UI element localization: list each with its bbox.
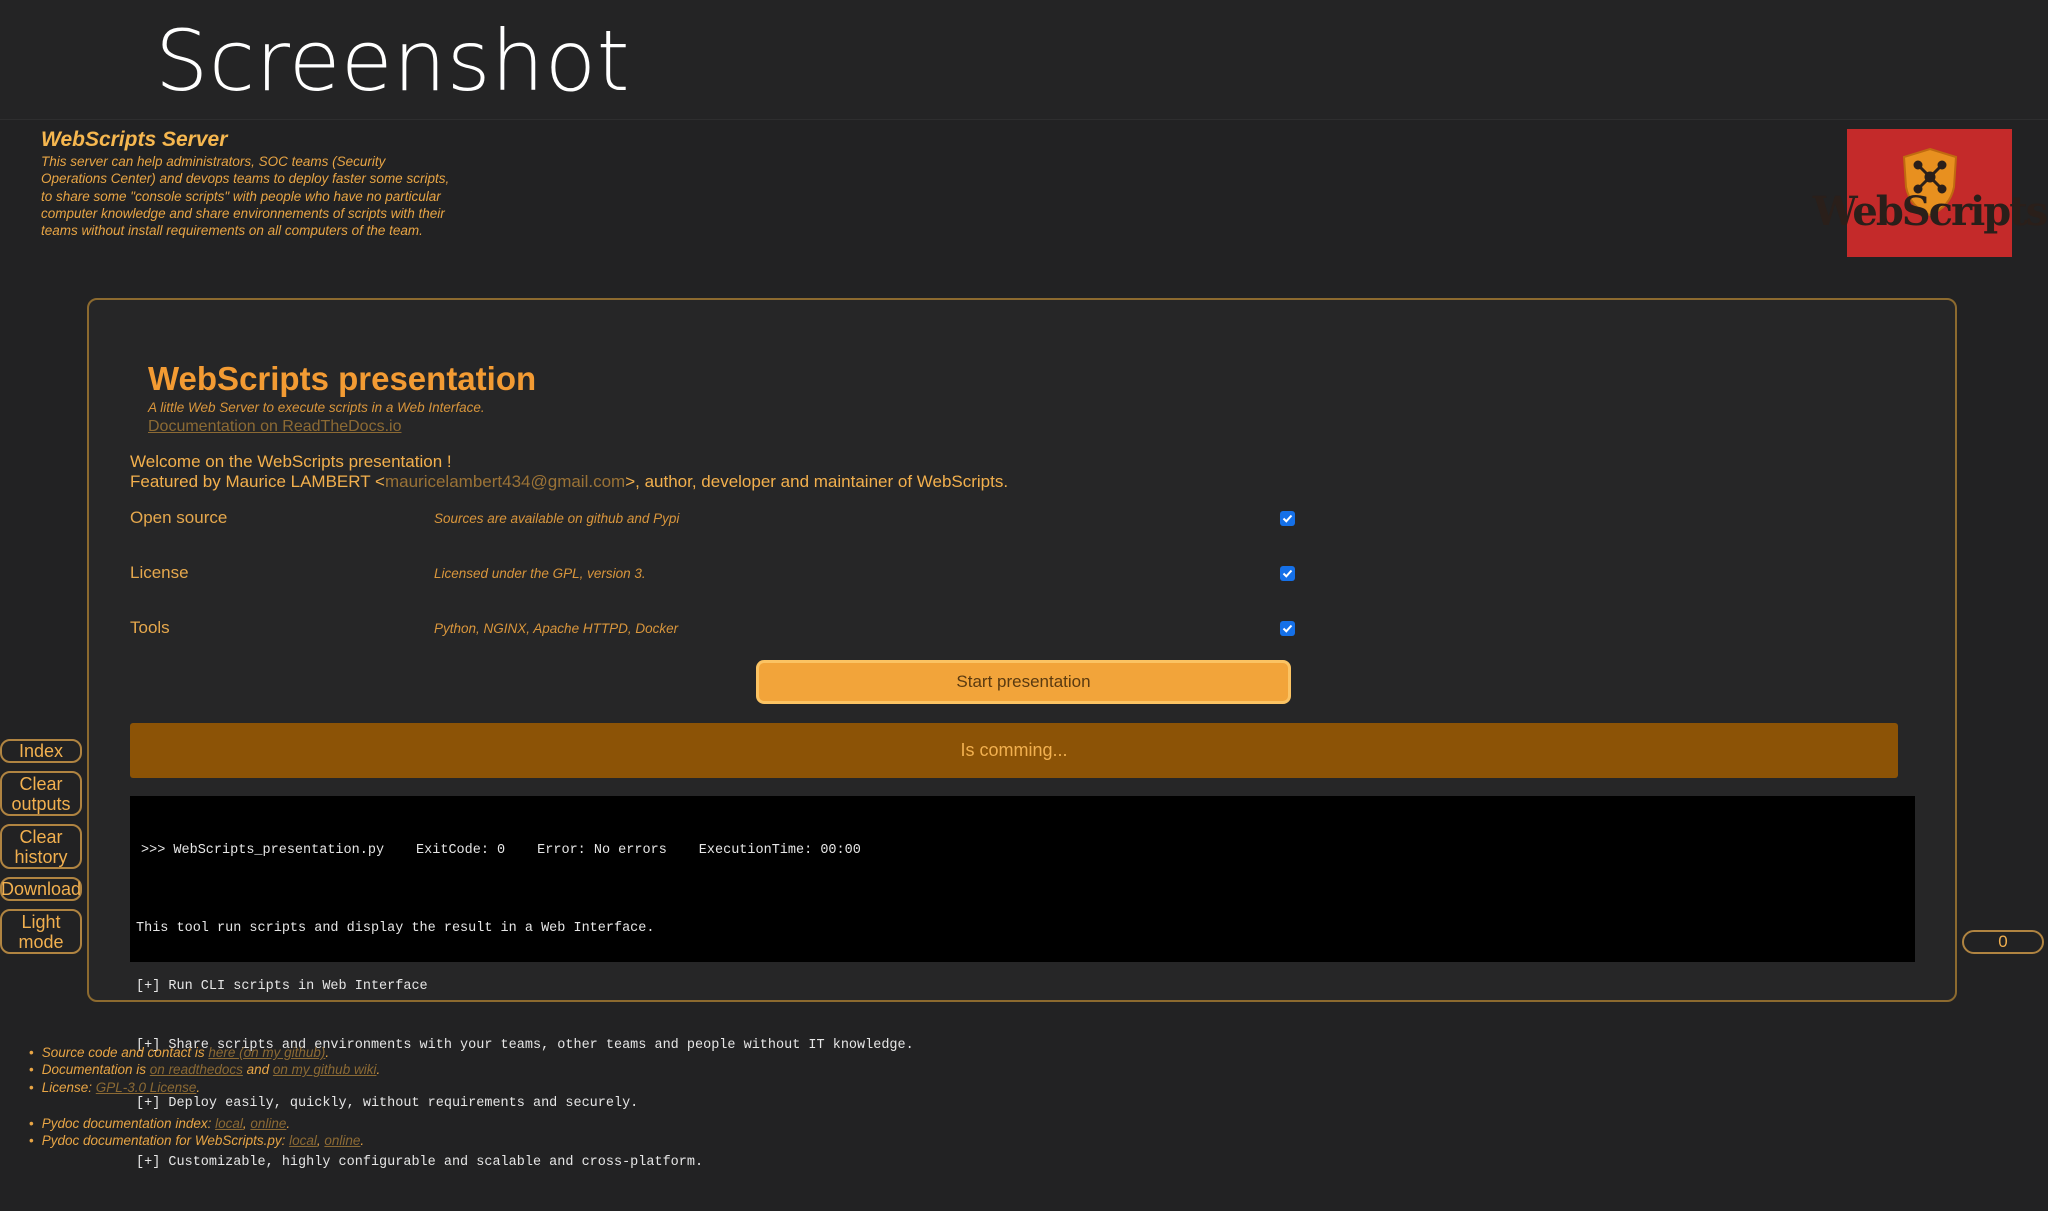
footer-doc-item: Documentation is on readthedocs and on m… (29, 1061, 380, 1078)
checkmark-icon (1282, 514, 1293, 523)
welcome-line-2: Featured by Maurice LAMBERT <mauricelamb… (130, 472, 1008, 492)
slide-title-bar: Screenshot (0, 0, 2048, 120)
console-output[interactable]: >>> WebScripts_presentation.py ExitCode: … (130, 796, 1915, 1170)
documentation-link[interactable]: Documentation on ReadTheDocs.io (148, 418, 401, 436)
license-checkbox[interactable] (1280, 566, 1295, 581)
argument-label: Open source (130, 508, 228, 527)
console-prompt: >>> WebScripts_presentation.py (141, 843, 385, 858)
argument-label: License (130, 563, 189, 582)
checkmark-icon (1282, 624, 1293, 633)
argument-label: Tools (130, 618, 170, 637)
download-button[interactable]: Download (0, 877, 82, 901)
open-source-checkbox[interactable] (1280, 511, 1295, 526)
welcome-text: Welcome on the WebScripts presentation !… (130, 452, 1008, 492)
webscripts-logo[interactable]: WebScripts (1813, 129, 2048, 257)
argument-description: Licensed under the GPL, version 3. (434, 566, 646, 581)
tools-checkbox[interactable] (1280, 621, 1295, 636)
slide-title: Screenshot (155, 12, 631, 110)
start-presentation-button[interactable]: Start presentation (756, 660, 1291, 704)
welcome-line-1: Welcome on the WebScripts presentation ! (130, 452, 452, 471)
pydoc-index-online-link[interactable]: online (250, 1116, 286, 1131)
notification-counter[interactable]: 0 (1962, 930, 2044, 954)
clear-history-button[interactable]: Clear history (0, 824, 82, 869)
index-button[interactable]: Index (0, 739, 82, 763)
console-line: [+] Share scripts and environments with … (136, 1037, 914, 1053)
pydoc-webscripts-local-link[interactable]: local (289, 1133, 317, 1148)
footer-pydoc-webscripts-item: Pydoc documentation for WebScripts.py: l… (29, 1132, 380, 1149)
pydoc-index-local-link[interactable]: local (215, 1116, 243, 1131)
github-link[interactable]: here (on my github) (208, 1045, 325, 1060)
footer-source-item: Source code and contact is here (on my g… (29, 1044, 380, 1061)
argument-description: Sources are available on github and Pypi (434, 511, 680, 526)
console-execution-time: ExecutionTime: 00:00 (698, 843, 861, 858)
console-exit-code: ExitCode: 0 (416, 843, 506, 858)
welcome-suffix: >, author, developer and maintainer of W… (625, 472, 1009, 491)
welcome-prefix: Featured by Maurice LAMBERT < (130, 472, 385, 491)
footer-pydoc-index-item: Pydoc documentation index: local, online… (29, 1115, 380, 1132)
checkmark-icon (1282, 569, 1293, 578)
console-header: >>> WebScripts_presentation.py ExitCode: … (136, 841, 1909, 861)
clear-outputs-button[interactable]: Clear outputs (0, 771, 82, 816)
script-title: WebScripts presentation (148, 360, 537, 397)
argument-description: Python, NGINX, Apache HTTPD, Docker (434, 621, 679, 636)
console-error: Error: No errors (537, 843, 667, 858)
server-description: This server can help administrators, SOC… (41, 154, 450, 239)
console-line: [+] Run CLI scripts in Web Interface (136, 979, 428, 994)
footer: Source code and contact is here (on my g… (29, 1044, 380, 1149)
footer-license-item: License: GPL-3.0 License. (29, 1079, 380, 1096)
script-panel: WebScripts presentation A little Web Ser… (87, 298, 1957, 1170)
progress-bar: Is comming... (130, 723, 1898, 778)
github-wiki-link[interactable]: on my github wiki (273, 1062, 377, 1077)
console-line: [+] Customizable, highly configurable an… (136, 1154, 704, 1170)
script-description: A little Web Server to execute scripts i… (148, 400, 485, 415)
console-line: This tool run scripts and display the re… (136, 920, 655, 936)
light-mode-button[interactable]: Light mode (0, 909, 82, 954)
pydoc-webscripts-online-link[interactable]: online (324, 1133, 360, 1148)
readthedocs-link[interactable]: on readthedocs (150, 1062, 243, 1077)
console-line: [+] Deploy easily, quickly, without requ… (136, 1096, 639, 1111)
license-link[interactable]: GPL-3.0 License (96, 1080, 197, 1095)
logo-text: WebScripts (1812, 187, 2048, 235)
server-title: WebScripts Server (41, 128, 228, 151)
author-email-link[interactable]: mauricelambert434@gmail.com (385, 472, 625, 491)
